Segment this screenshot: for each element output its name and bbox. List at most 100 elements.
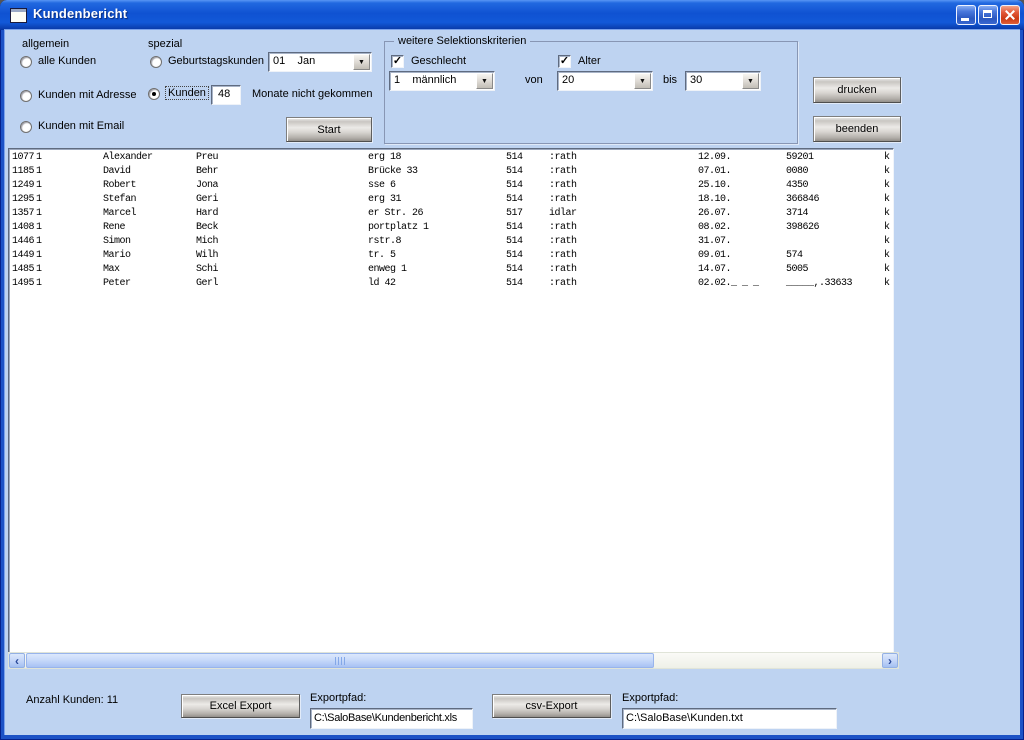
cell-city: :rath	[549, 264, 577, 275]
cell-flag: 1	[36, 236, 42, 247]
cell-lastname: Jona	[196, 180, 218, 191]
chevron-down-icon[interactable]: ▼	[353, 54, 370, 70]
table-row[interactable]: 13571MarcelHarder Str. 26517idlar26.07.3…	[9, 208, 893, 222]
csv-exportpfad-label: Exportpfad:	[622, 692, 678, 704]
radio-kunden-mit-adresse-label[interactable]: Kunden mit Adresse	[38, 89, 136, 101]
csv-path-input[interactable]: C:\SaloBase\Kunden.txt	[622, 708, 837, 729]
alter-label[interactable]: Alter	[578, 55, 601, 67]
radio-kunden-mit-email[interactable]	[20, 121, 32, 133]
cell-street: ld 42	[368, 278, 396, 289]
cell-k: k	[884, 180, 890, 191]
cell-phone: 4350	[786, 180, 808, 191]
age-to-select[interactable]: 30 ▼	[685, 71, 761, 91]
cell-city: :rath	[549, 166, 577, 177]
cell-firstname: Stefan	[103, 194, 136, 205]
table-row[interactable]: 14081ReneBeckportplatz 1514:rath08.02.39…	[9, 222, 893, 236]
cell-phone: 398626	[786, 222, 819, 233]
cell-lastname: Gerl	[196, 278, 218, 289]
radio-alle-kunden[interactable]	[20, 56, 32, 68]
app-icon	[10, 8, 27, 23]
table-row[interactable]: 14951PeterGerlld 42514:rath02.02._ _ ___…	[9, 278, 893, 292]
scroll-right-button[interactable]: ›	[882, 653, 898, 668]
radio-kunden[interactable]	[148, 88, 160, 100]
alter-checkbox[interactable]: ✓	[558, 55, 571, 68]
radio-kunden-label[interactable]: Kunden	[165, 86, 209, 100]
cell-lastname: Mich	[196, 236, 218, 247]
cell-firstname: Rene	[103, 222, 125, 233]
cell-plz: 514	[506, 180, 523, 191]
table-row[interactable]: 12491RobertJonasse 6514:rath25.10.4350k	[9, 180, 893, 194]
table-row[interactable]: 14461SimonMichrstr.8514:rath31.07.k	[9, 236, 893, 250]
scrollbar-thumb[interactable]	[26, 653, 654, 668]
cell-id: 1295	[12, 194, 34, 205]
age-from-select[interactable]: 20 ▼	[557, 71, 653, 91]
table-row[interactable]: 12951StefanGerierg 31514:rath18.10.36684…	[9, 194, 893, 208]
months-input-value: 48	[218, 88, 230, 100]
cell-id: 1185	[12, 166, 34, 177]
cell-plz: 514	[506, 236, 523, 247]
chevron-down-icon[interactable]: ▼	[476, 73, 493, 89]
excel-export-button[interactable]: Excel Export	[181, 694, 300, 718]
chevron-down-icon[interactable]: ▼	[634, 73, 651, 89]
csv-export-button[interactable]: csv-Export	[492, 694, 611, 718]
von-label: von	[525, 74, 543, 86]
check-icon: ✓	[560, 56, 569, 67]
cell-lastname: Hard	[196, 208, 218, 219]
month-select[interactable]: 01 Jan ▼	[268, 52, 372, 72]
cell-firstname: Max	[103, 264, 120, 275]
beenden-button-label: beenden	[836, 123, 879, 135]
start-button[interactable]: Start	[286, 117, 372, 142]
cell-street: tr. 5	[368, 250, 396, 261]
age-from-value: 20	[562, 74, 574, 86]
customer-list[interactable]: 10771AlexanderPreuerg 18514:rath12.09.59…	[8, 148, 894, 653]
cell-city: :rath	[549, 236, 577, 247]
month-select-value: 01 Jan	[273, 55, 315, 67]
months-input[interactable]: 48	[211, 85, 241, 105]
cell-city: :rath	[549, 222, 577, 233]
radio-kunden-mit-adresse[interactable]	[20, 90, 32, 102]
geschlecht-checkbox[interactable]: ✓	[391, 55, 404, 68]
monate-nicht-gekommen-label: Monate nicht gekommen	[252, 88, 372, 100]
window-titlebar[interactable]: Kundenbericht	[0, 0, 1024, 30]
minimize-button[interactable]	[956, 5, 976, 25]
close-button[interactable]	[1000, 5, 1020, 25]
geschlecht-select[interactable]: 1 männlich ▼	[389, 71, 495, 91]
cell-date: 25.10.	[698, 180, 731, 191]
excel-export-button-label: Excel Export	[210, 700, 272, 712]
cell-street: Brücke 33	[368, 166, 418, 177]
cell-flag: 1	[36, 278, 42, 289]
check-icon: ✓	[393, 56, 402, 67]
excel-path-input[interactable]: C:\SaloBase\Kundenbericht.xls	[310, 708, 473, 729]
radio-geburtstagskunden-label[interactable]: Geburtstagskunden	[168, 55, 264, 67]
cell-street: sse 6	[368, 180, 396, 191]
maximize-button[interactable]	[978, 5, 998, 25]
cell-street: portplatz 1	[368, 222, 429, 233]
geschlecht-label[interactable]: Geschlecht	[411, 55, 466, 67]
cell-date: 14.07.	[698, 264, 731, 275]
cell-lastname: Wilh	[196, 250, 218, 261]
cell-firstname: Alexander	[103, 152, 153, 163]
cell-k: k	[884, 166, 890, 177]
scroll-left-button[interactable]: ‹	[9, 653, 25, 668]
cell-phone: 0080	[786, 166, 808, 177]
cell-city: idlar	[549, 208, 577, 219]
cell-date: 12.09.	[698, 152, 731, 163]
table-row[interactable]: 10771AlexanderPreuerg 18514:rath12.09.59…	[9, 152, 893, 166]
drucken-button[interactable]: drucken	[813, 77, 901, 103]
radio-geburtstagskunden[interactable]	[150, 56, 162, 68]
horizontal-scrollbar[interactable]: ‹ ›	[8, 652, 899, 669]
minimize-icon	[961, 18, 969, 21]
radio-alle-kunden-label[interactable]: alle Kunden	[38, 55, 96, 67]
cell-lastname: Preu	[196, 152, 218, 163]
cell-date: 07.01.	[698, 166, 731, 177]
cell-flag: 1	[36, 166, 42, 177]
table-row[interactable]: 14491MarioWilhtr. 5514:rath09.01.574k	[9, 250, 893, 264]
table-row[interactable]: 11851DavidBehrBrücke 33514:rath07.01.008…	[9, 166, 893, 180]
radio-kunden-mit-email-label[interactable]: Kunden mit Email	[38, 120, 124, 132]
cell-id: 1495	[12, 278, 34, 289]
scroll-left-icon: ‹	[15, 655, 19, 667]
chevron-down-icon[interactable]: ▼	[742, 73, 759, 89]
beenden-button[interactable]: beenden	[813, 116, 901, 142]
table-row[interactable]: 14851MaxSchienweg 1514:rath14.07.5005k	[9, 264, 893, 278]
application-window: Kundenbericht allgemein alle Kunden Kund…	[0, 0, 1024, 740]
